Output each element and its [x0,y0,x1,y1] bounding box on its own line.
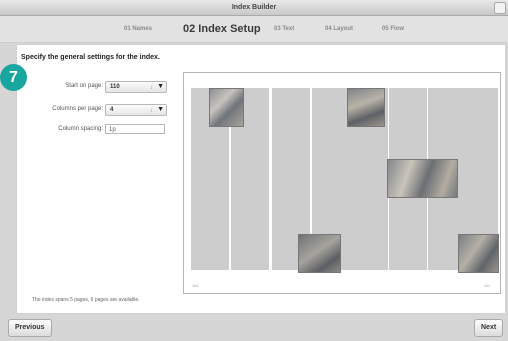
columns-per-page-label: Columns per page: [52,106,103,112]
start-page-select[interactable]: 110 ↕ ▼ [105,81,167,93]
preview-photo [209,88,244,127]
preview-photo [298,234,341,273]
wizard-steps: 01 Names 02 Index Setup 03 Text 04 Layou… [0,16,508,43]
select-divider: ↕ [150,108,153,114]
columns-per-page-select[interactable]: 4 ↕ ▼ [105,104,167,116]
next-button[interactable]: Next [474,319,504,337]
column-spacing-input[interactable]: 1p [105,124,165,134]
instruction-text: Specify the general settings for the ind… [21,54,160,61]
preview-photo [347,88,385,127]
step-text[interactable]: 03 Text [274,16,294,42]
chevron-down-icon: ▼ [157,106,164,113]
step-flow[interactable]: 05 Flow [382,16,404,42]
step-layout[interactable]: 04 Layout [325,16,353,42]
start-page-value: 110 [110,84,120,90]
step-number-badge: 7 [0,64,27,91]
select-divider: ↕ [150,85,153,91]
right-page-number: 111 [484,283,491,288]
column-spacing-label: Column spacing: [58,126,103,132]
window-close-button[interactable] [494,2,506,14]
previous-button[interactable]: Previous [8,319,52,337]
columns-per-page-value: 4 [110,107,114,113]
window-title: Index Builder [231,4,277,11]
preview-photo [458,234,499,273]
window-titlebar: Index Builder [0,0,508,16]
chevron-down-icon: ▼ [157,83,164,90]
left-page-number: 110 [192,283,199,288]
preview-photo [387,159,458,198]
page-preview: 110 111 [183,72,501,294]
page-span-note: The index spans 5 pages, 6 pages are ava… [32,297,140,303]
start-page-label: Start on page: [65,83,103,89]
settings-panel: Specify the general settings for the ind… [16,44,506,314]
step-names[interactable]: 01 Names [124,16,152,42]
step-index-setup[interactable]: 02 Index Setup [183,16,261,42]
